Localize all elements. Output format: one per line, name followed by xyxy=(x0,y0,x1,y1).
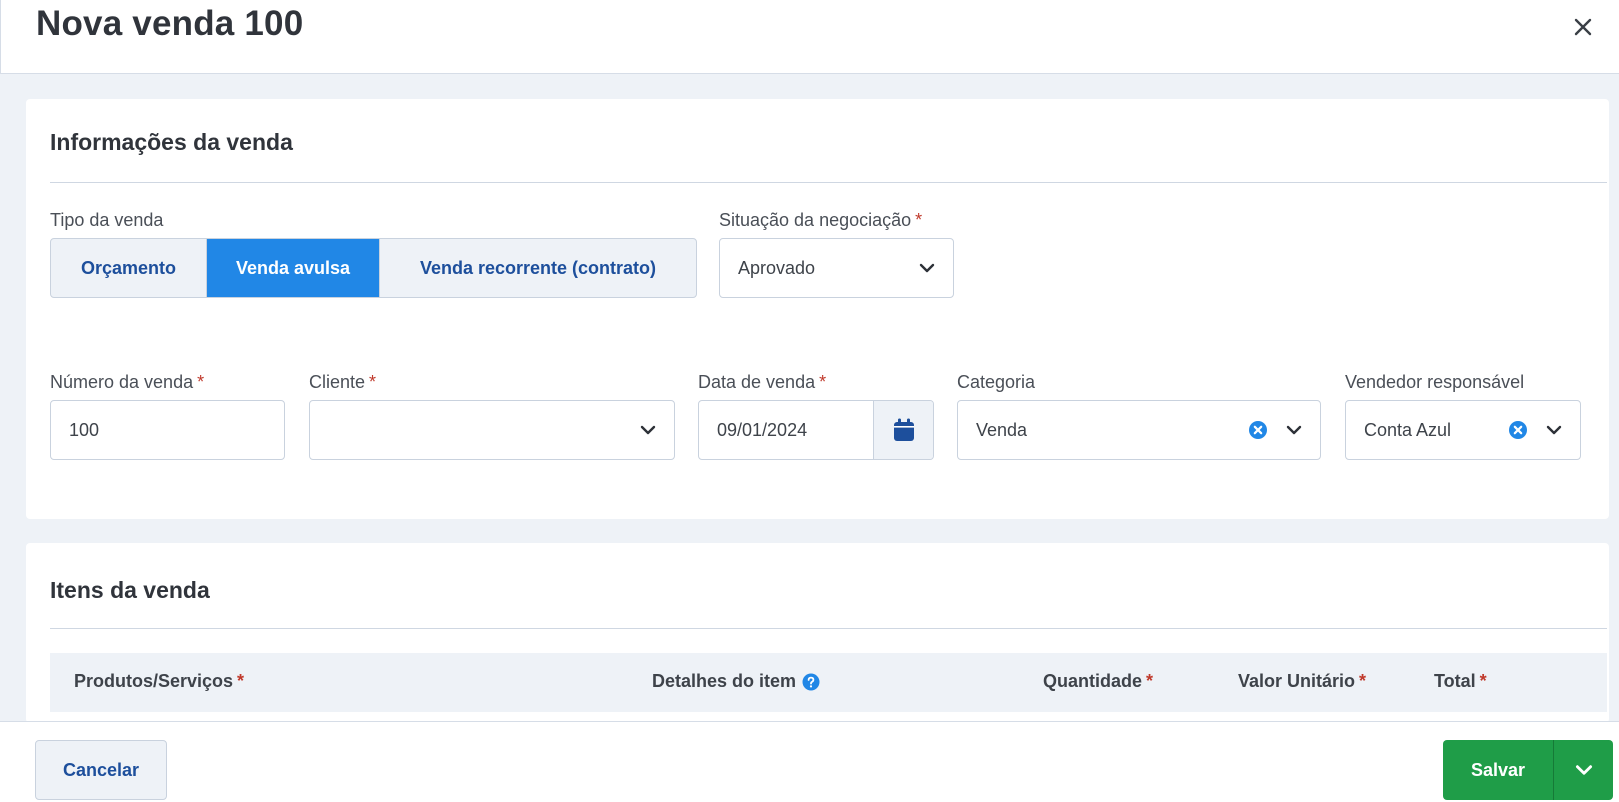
categoria-label: Categoria xyxy=(957,372,1036,392)
column-header-total: Total * xyxy=(1434,671,1487,691)
close-icon[interactable] xyxy=(1569,13,1597,41)
calendar-icon xyxy=(893,418,914,441)
data-input[interactable]: 09/01/2024 xyxy=(699,401,873,459)
categoria-select[interactable]: Venda xyxy=(957,400,1321,460)
tipo-venda-segmented: Orçamento Venda avulsa Venda recorrente … xyxy=(50,238,697,298)
numero-input[interactable]: 100 xyxy=(50,400,285,460)
tipo-venda-orcamento[interactable]: Orçamento xyxy=(51,239,207,297)
modal-header: Nova venda 100 xyxy=(0,0,1619,74)
numero-label: Número da venda * xyxy=(50,372,205,392)
categoria-value: Venda xyxy=(976,419,1028,440)
save-button-group: Salvar xyxy=(1443,740,1613,800)
data-field: 09/01/2024 xyxy=(698,400,934,460)
chevron-down-icon xyxy=(1546,425,1562,435)
numero-value: 100 xyxy=(69,419,100,440)
tipo-venda-label: Tipo da venda xyxy=(50,210,164,230)
clear-icon[interactable] xyxy=(1248,420,1268,440)
cliente-label: Cliente * xyxy=(309,372,377,392)
chevron-down-icon xyxy=(1575,765,1592,775)
clear-icon[interactable] xyxy=(1508,420,1528,440)
vendedor-select[interactable]: Conta Azul xyxy=(1345,400,1581,460)
chevron-down-icon xyxy=(640,425,656,435)
modal-footer: Cancelar Salvar xyxy=(0,721,1619,802)
sale-items-card: Itens da venda Produtos/Serviços * Detalh… xyxy=(26,543,1609,723)
help-icon[interactable] xyxy=(802,673,820,691)
items-table-header: Produtos/Serviços * Detalhes do item Quan… xyxy=(50,653,1607,712)
column-header-valor-unitario: Valor Unitário * xyxy=(1238,671,1367,691)
page-title: Nova venda 100 xyxy=(36,4,304,43)
cancel-button[interactable]: Cancelar xyxy=(35,740,167,800)
tipo-venda-recorrente[interactable]: Venda recorrente (contrato) xyxy=(380,239,696,297)
section-title-info: Informações da venda xyxy=(50,129,293,155)
column-header-produtos: Produtos/Serviços * xyxy=(74,671,245,691)
save-button[interactable]: Salvar xyxy=(1443,740,1554,800)
calendar-button[interactable] xyxy=(873,401,933,459)
chevron-down-icon xyxy=(1286,425,1302,435)
save-options-button[interactable] xyxy=(1554,740,1613,800)
data-label: Data de venda * xyxy=(698,372,827,392)
vendedor-value: Conta Azul xyxy=(1364,419,1452,440)
cliente-select[interactable] xyxy=(309,400,675,460)
situacao-label: Situação da negociação * xyxy=(719,210,923,230)
divider xyxy=(50,628,1607,629)
section-title-items: Itens da venda xyxy=(50,577,210,603)
sale-info-card: Informações da venda Tipo da venda Orçam… xyxy=(26,99,1609,519)
situacao-value: Aprovado xyxy=(738,257,816,278)
column-header-detalhes: Detalhes do item xyxy=(652,671,820,692)
column-header-quantidade: Quantidade * xyxy=(1043,671,1154,691)
situacao-select[interactable]: Aprovado xyxy=(719,238,954,298)
chevron-down-icon xyxy=(919,263,935,273)
divider xyxy=(50,182,1607,183)
vendedor-label: Vendedor responsável xyxy=(1345,372,1525,392)
tipo-venda-avulsa[interactable]: Venda avulsa xyxy=(207,239,380,297)
